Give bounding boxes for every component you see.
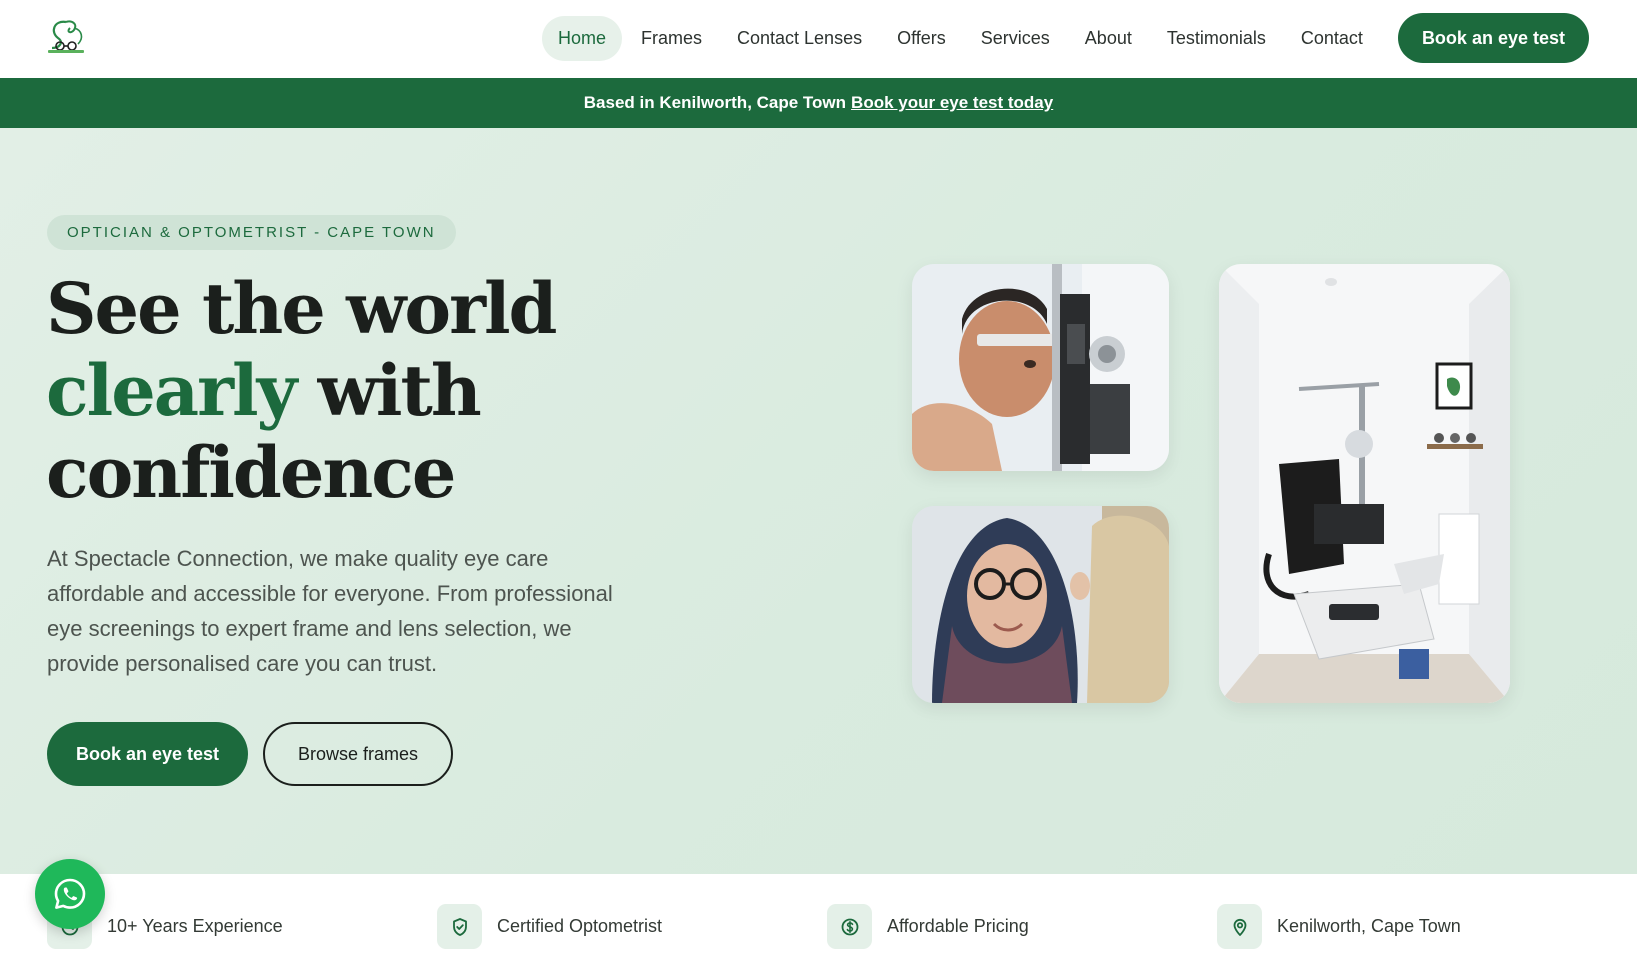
hero-eyebrow-badge: OPTICIAN & OPTOMETRIST - CAPE TOWN (47, 215, 456, 250)
feature-label-location: Kenilworth, Cape Town (1277, 916, 1461, 936)
map-pin-icon (1217, 904, 1262, 949)
nav-item-home[interactable]: Home (541, 15, 622, 61)
nav-item-frames[interactable]: Frames (625, 16, 718, 61)
hero-book-eye-test-button[interactable]: Book an eye test (47, 722, 248, 786)
nav-item-about[interactable]: About (1069, 16, 1148, 61)
hero-lead-paragraph: At Spectacle Connection, we make quality… (47, 546, 613, 676)
hero-section: OPTICIAN & OPTOMETRIST - CAPE TOWN See t… (0, 128, 1637, 874)
brand-logo[interactable] (44, 18, 88, 56)
nav-item-testimonials[interactable]: Testimonials (1151, 16, 1282, 61)
eye-exam-photo (912, 264, 1169, 471)
feature-pricing: Affordable Pricing (827, 904, 1029, 949)
nav-item-services[interactable]: Services (965, 16, 1066, 61)
headline-line-3: confidence (46, 431, 456, 514)
shield-check-icon (437, 904, 482, 949)
feature-certified: Certified Optometrist (437, 904, 662, 949)
exam-room-photo (1219, 264, 1510, 703)
hero-headline: See the world clearly with confidence (46, 267, 557, 514)
feature-label-experience: 10+ Years Experience (107, 916, 283, 936)
feature-label-certified: Certified Optometrist (497, 916, 663, 936)
announcement-bar: Based in Kenilworth, Cape Town Book your… (0, 78, 1637, 128)
hero-browse-frames-button[interactable]: Browse frames (263, 722, 453, 786)
whatsapp-icon (54, 878, 86, 909)
glasses-fitting-photo (912, 506, 1169, 703)
nav-item-contact[interactable]: Contact (1285, 16, 1379, 61)
headline-line-1: See the world (46, 267, 557, 350)
whatsapp-chat-button[interactable] (35, 859, 105, 929)
headline-line-2-rest: with (295, 349, 482, 432)
site-header: Home Frames Contact Lenses Offers Servic… (0, 0, 1637, 78)
features-strip: 10+ Years Experience Certified Optometri… (0, 874, 1637, 956)
nav-item-contact-lenses[interactable]: Contact Lenses (721, 16, 878, 61)
header-book-eye-test-button[interactable]: Book an eye test (1397, 13, 1589, 63)
nav-item-offers[interactable]: Offers (881, 16, 962, 61)
feature-label-pricing: Affordable Pricing (887, 916, 1029, 936)
announcement-text: Based in Kenilworth, Cape Town (583, 93, 847, 112)
main-nav: Home Frames Contact Lenses Offers Servic… (539, 13, 1589, 63)
announcement-book-link[interactable]: Book your eye test today (851, 93, 1053, 113)
dollar-icon (827, 904, 872, 949)
headline-accent-word: clearly (46, 349, 297, 432)
feature-location: Kenilworth, Cape Town (1217, 904, 1461, 949)
